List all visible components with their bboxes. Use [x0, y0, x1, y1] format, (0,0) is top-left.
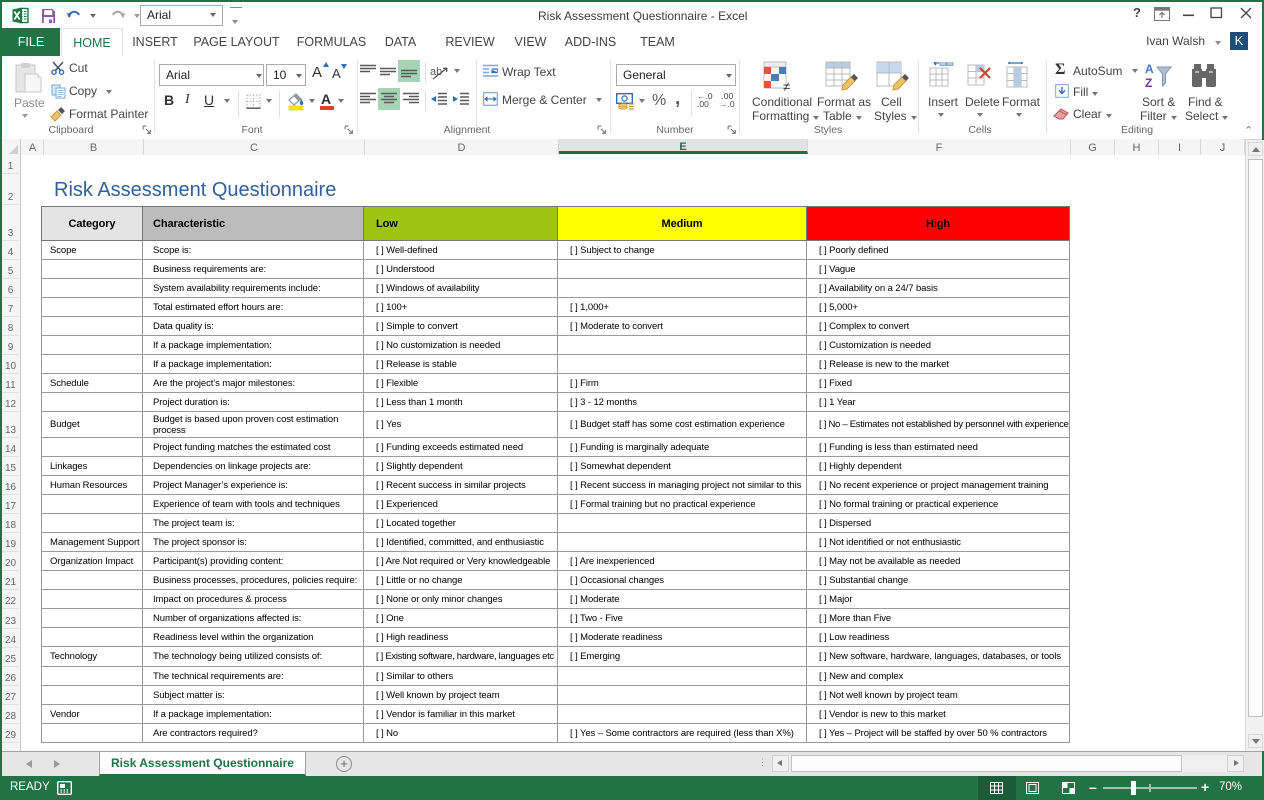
svg-text:≠: ≠	[783, 79, 790, 93]
svg-text:Z: Z	[1145, 76, 1152, 90]
svg-text:A: A	[1145, 62, 1154, 76]
